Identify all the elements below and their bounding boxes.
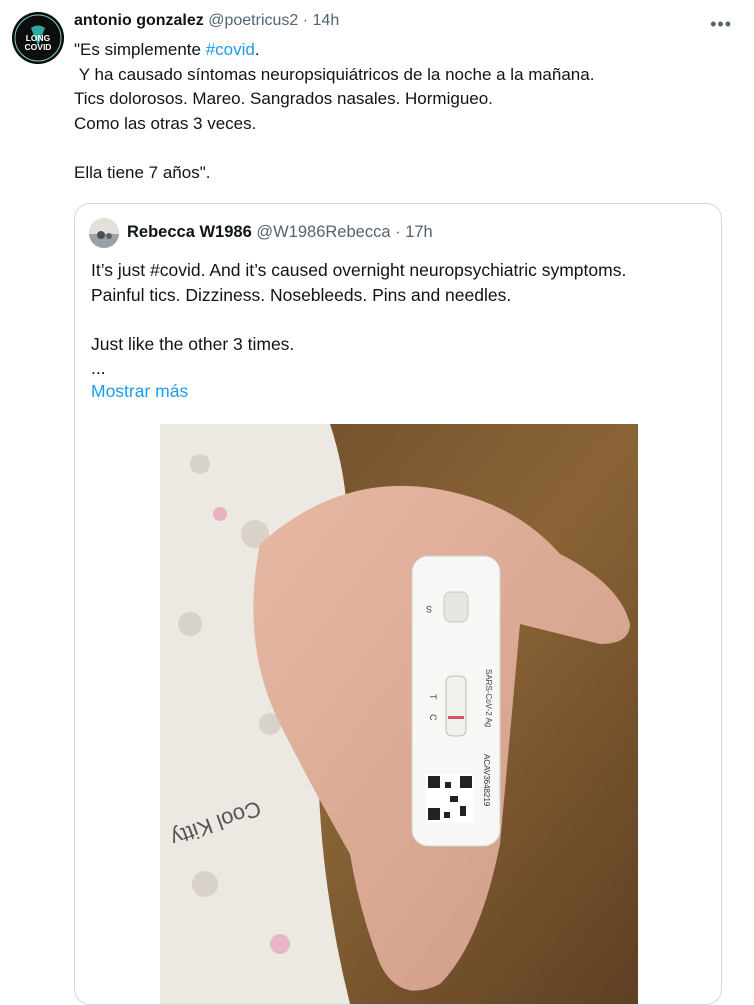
show-more-link[interactable]: Mostrar más (91, 381, 188, 402)
test-letter-t: T (428, 694, 438, 700)
quoted-time[interactable]: 17h (405, 223, 433, 241)
quoted-header: Rebecca W1986 @W1986Rebecca · 17h (127, 223, 433, 242)
tweet-header: antonio gonzalez @poetricus2 · 14h (74, 12, 339, 30)
quoted-author-handle[interactable]: @W1986Rebecca (256, 223, 390, 241)
tweet-text-line: Ella tiene 7 años". (74, 161, 734, 186)
quoted-text: It’s just #covid. And it’s caused overni… (91, 258, 711, 381)
quoted-line: ... (91, 358, 106, 378)
separator-dot: · (302, 12, 309, 29)
quoted-author-name[interactable]: Rebecca W1986 (127, 223, 252, 241)
tweet-text-line: "Es simplemente #covid. (74, 38, 734, 63)
hashtag-link[interactable]: #covid (206, 40, 255, 59)
tweet-text-segment: . (254, 40, 260, 59)
author-handle[interactable]: @poetricus2 (208, 12, 298, 29)
tweet-text-segment: Tics dolorosos. Mareo. Sangrados nasales… (74, 89, 493, 108)
tweet-text-segment: "Es simplemente (74, 40, 206, 59)
quoted-author-avatar[interactable] (89, 218, 119, 248)
tweet-text-line: Como las otras 3 veces. (74, 112, 734, 137)
tweet-text-segment: Ella tiene 7 años". (74, 162, 211, 182)
quoted-tweet[interactable]: Rebecca W1986 @W1986Rebecca · 17h It’s j… (74, 203, 722, 1005)
tweet-text-segment: Como las otras 3 veces. (74, 113, 257, 133)
avatar-text-bottom: COVID (25, 42, 52, 52)
quoted-line: Just like the other 3 times. (91, 333, 295, 354)
quoted-photo[interactable]: S SARS-CoV-2 Ag T C ACAV3648219 Cool Kit… (160, 424, 638, 1004)
tweet-text-line: Y ha causado síntomas neuropsiquiátricos… (74, 63, 734, 88)
test-label: SARS-CoV-2 Ag (484, 669, 493, 727)
tweet-text-line: Tics dolorosos. Mareo. Sangrados nasales… (74, 87, 734, 112)
quoted-line (91, 307, 711, 332)
quoted-line: It’s just #covid. And it’s caused overni… (91, 260, 627, 280)
tweet-text-segment: Y ha causado síntomas neuropsiquiátricos… (74, 64, 595, 84)
tweet-time[interactable]: 14h (313, 12, 340, 29)
test-code: ACAV3648219 (482, 754, 491, 807)
top-edge (0, 0, 754, 6)
quoted-separator-dot: · (395, 223, 401, 241)
tweet-text: "Es simplemente #covid. Y ha causado sín… (74, 38, 734, 185)
quoted-line: Painful tics. Dizziness. Nosebleeds. Pin… (91, 284, 512, 305)
author-name[interactable]: antonio gonzalez (74, 12, 204, 29)
more-options-icon[interactable]: ••• (710, 14, 732, 35)
tweet-text-line (74, 136, 734, 161)
test-letter-c: C (428, 714, 438, 721)
author-avatar[interactable]: LONG COVID (12, 12, 64, 64)
test-letter-s: S (426, 604, 432, 614)
